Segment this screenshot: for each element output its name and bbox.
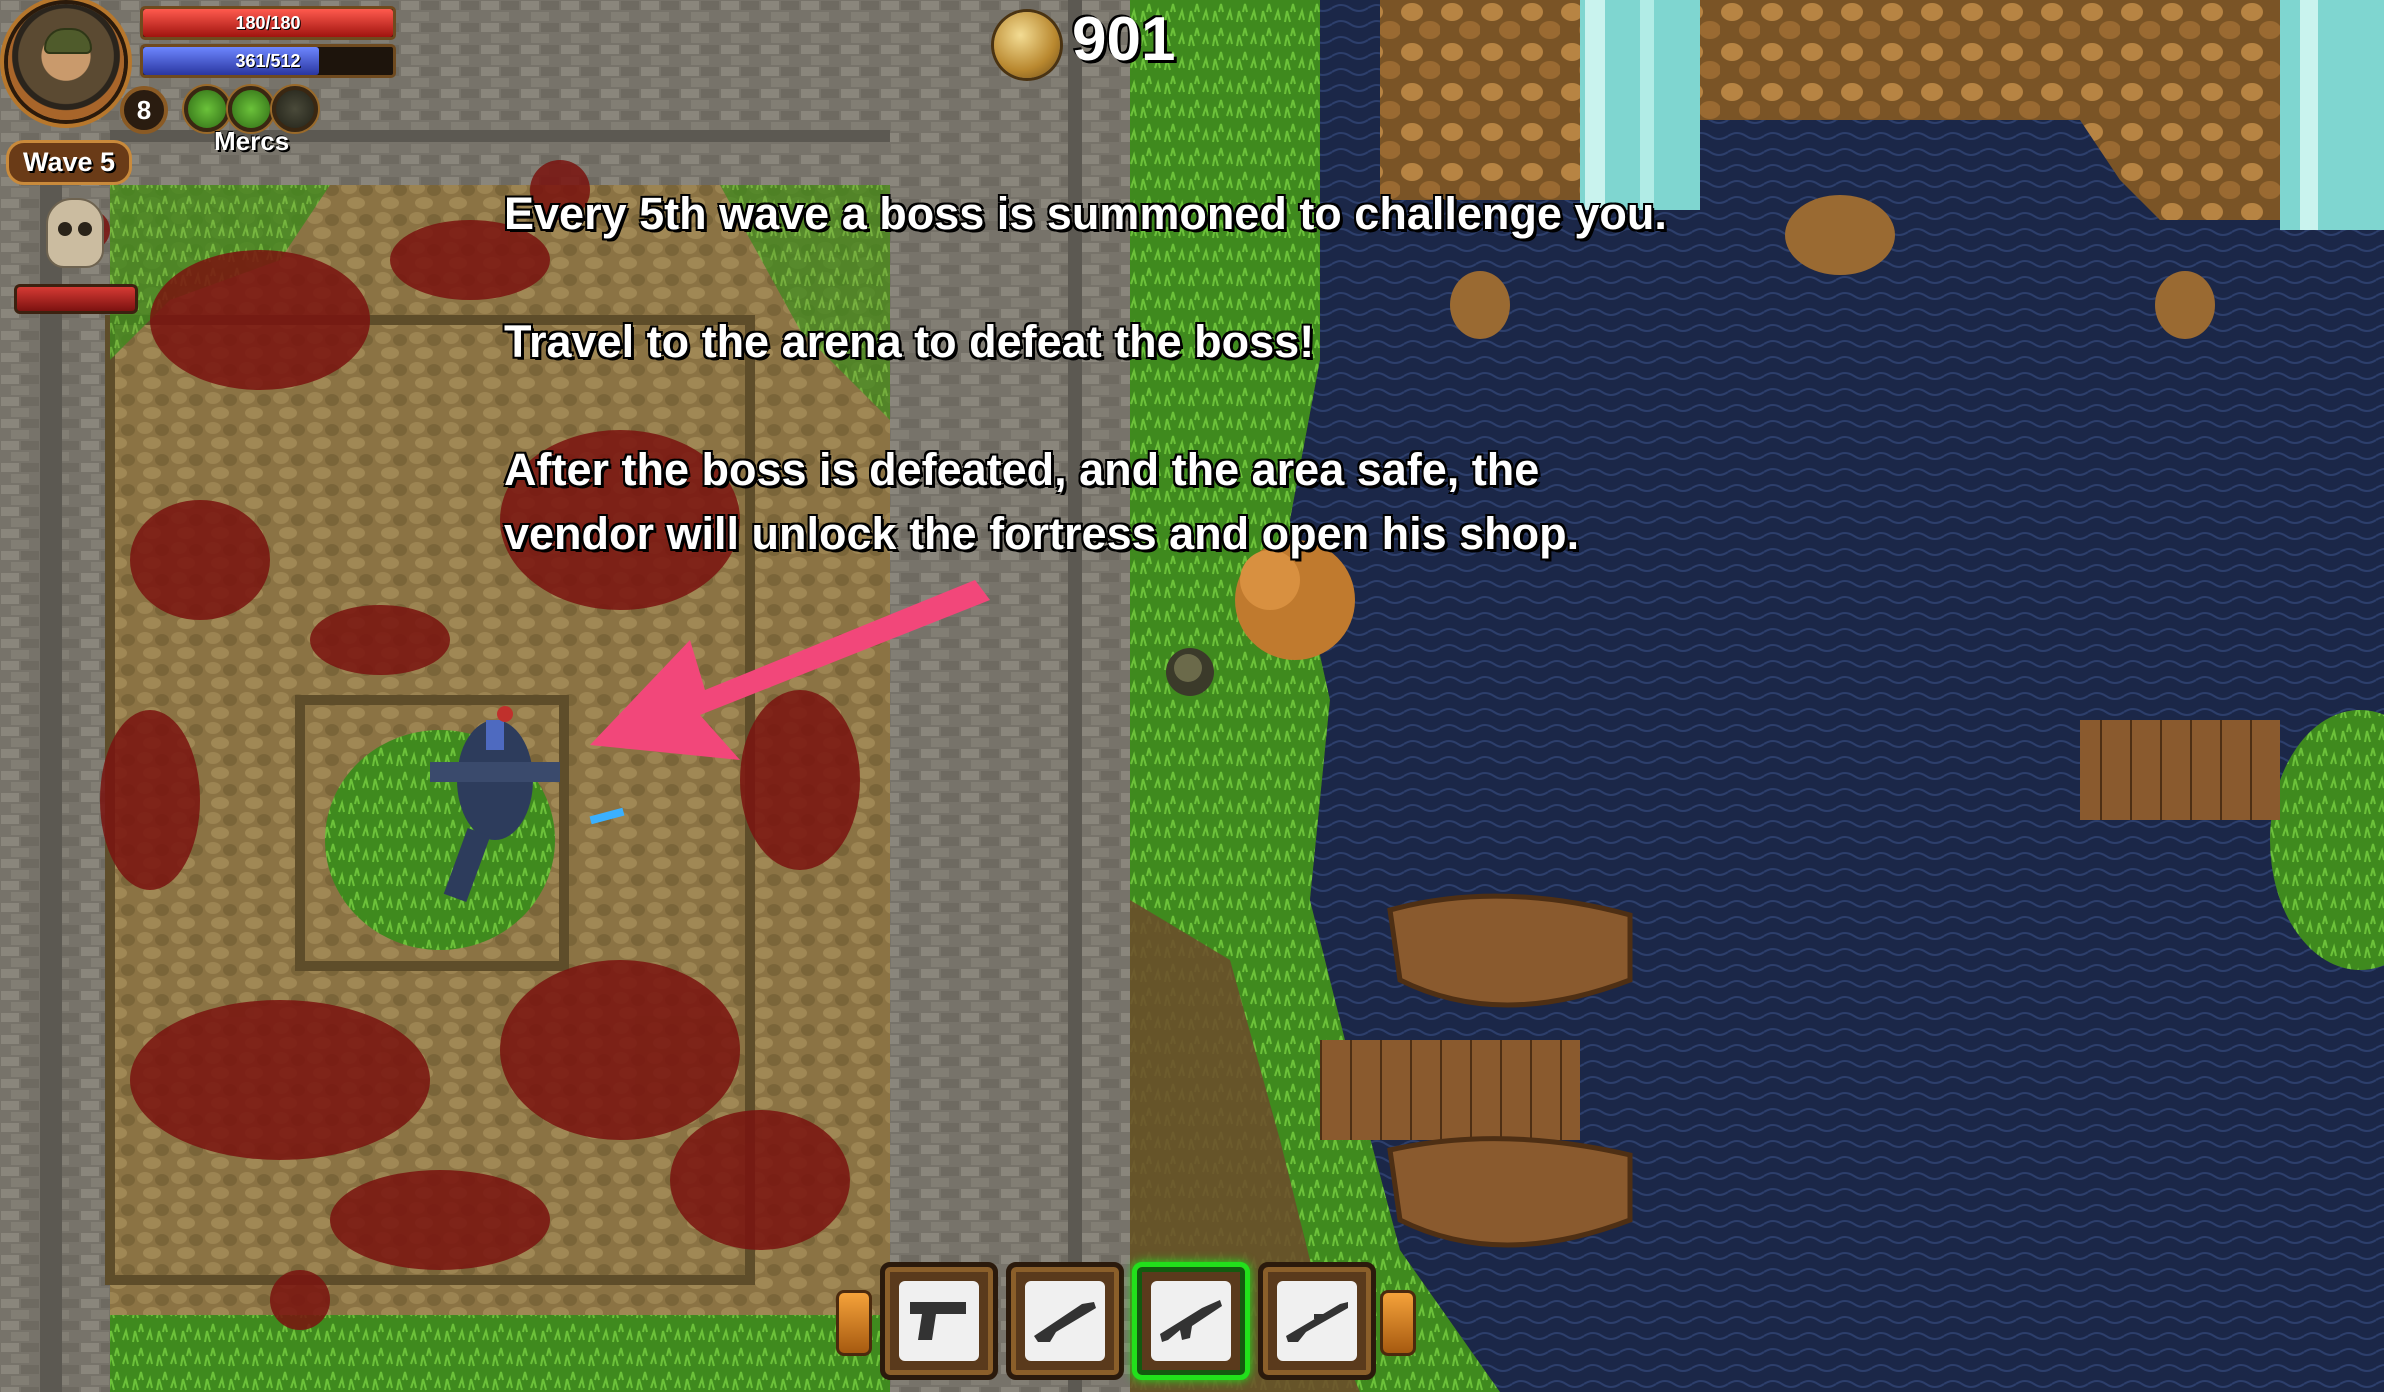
- mercs-label: Mercs: [214, 126, 290, 156]
- weapon-bar-right-cap: [1380, 1290, 1416, 1356]
- tutorial-line-2: Travel to the arena to defeat the boss!: [504, 316, 1315, 367]
- health-bar: 180/180: [140, 6, 396, 40]
- sniper-rifle-icon: [1286, 1302, 1348, 1342]
- tutorial-message: Every 5th wave a boss is summoned to cha…: [504, 182, 1804, 566]
- weapon-slot-assault-rifle[interactable]: [1132, 1262, 1250, 1380]
- boss-skull-icon: [46, 198, 104, 268]
- helmet-icon: [44, 28, 92, 54]
- weapon-slot-pistol[interactable]: [880, 1262, 998, 1380]
- coin-icon: [994, 12, 1060, 78]
- player-portrait: [8, 4, 124, 120]
- tutorial-line-3a: After the boss is defeated, and the area…: [504, 444, 1540, 495]
- energy-text: 361/512: [235, 50, 301, 71]
- player-level-badge: 8: [120, 86, 168, 134]
- energy-bar: 361/512: [140, 44, 396, 78]
- weapon-slot-sniper-rifle[interactable]: [1258, 1262, 1376, 1380]
- assault-rifle-icon: [1160, 1300, 1222, 1342]
- tutorial-line-3b: vendor will unlock the fortress and open…: [504, 508, 1580, 559]
- shotgun-icon: [1034, 1302, 1096, 1342]
- wave-indicator: Wave 5: [6, 140, 133, 185]
- health-text: 180/180: [235, 12, 301, 33]
- tutorial-line-1: Every 5th wave a boss is summoned to cha…: [504, 188, 1667, 239]
- boss-health-bar: [14, 284, 138, 314]
- coin-count: 901: [1072, 5, 1176, 74]
- weapon-slot-shotgun[interactable]: [1006, 1262, 1124, 1380]
- pistol-icon: [910, 1302, 966, 1340]
- weapon-bar-left-cap: [836, 1290, 872, 1356]
